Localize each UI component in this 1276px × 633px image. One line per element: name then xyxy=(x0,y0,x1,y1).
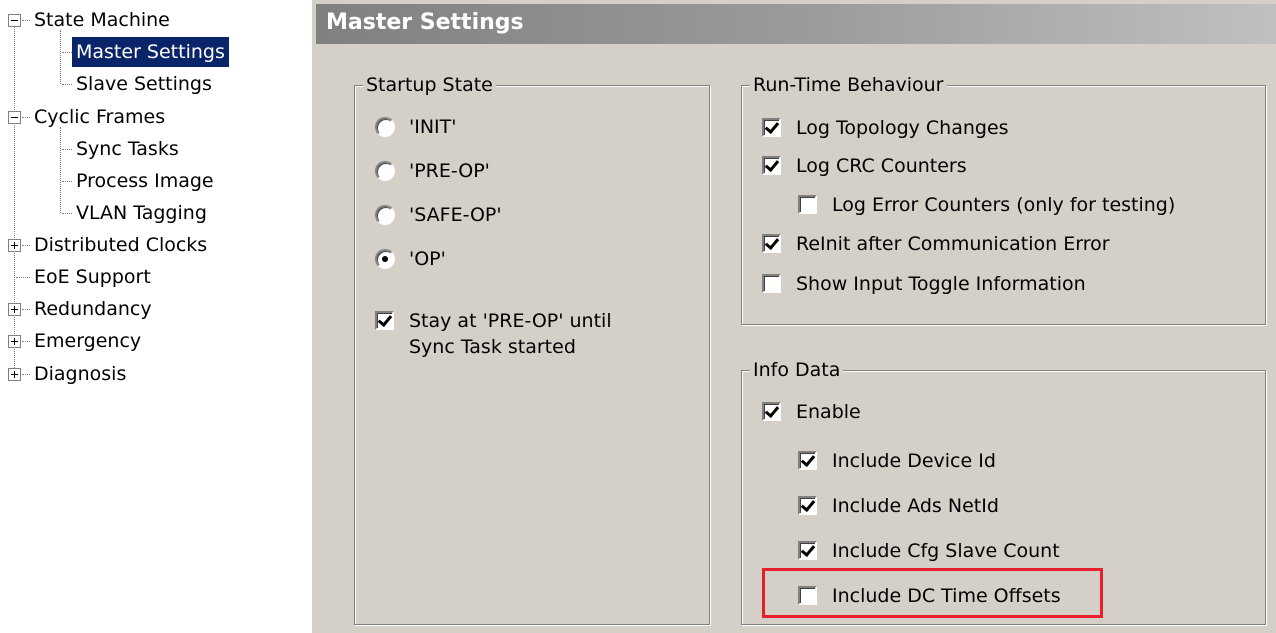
tree-tick xyxy=(62,149,72,150)
checkbox-label: Include Device Id xyxy=(832,450,996,472)
tree-item-process-image[interactable]: Process Image xyxy=(72,166,218,196)
tree-item-label: EoE Support xyxy=(34,266,151,288)
checkbox-label: Log Topology Changes xyxy=(796,117,1009,139)
tree-item-label: VLAN Tagging xyxy=(76,202,207,224)
expand-icon[interactable] xyxy=(8,335,21,348)
tree-item-label: Diagnosis xyxy=(34,363,127,385)
group-title: Run-Time Behaviour xyxy=(750,74,947,96)
checkbox-label: Include DC Time Offsets xyxy=(832,585,1061,607)
radio-button[interactable] xyxy=(375,161,395,181)
tree-item-cyclic-frames[interactable]: Cyclic Frames xyxy=(30,102,169,132)
radio-label: 'INIT' xyxy=(409,116,457,138)
tree-tick xyxy=(22,341,30,342)
master-settings-panel: Master Settings Startup State 'INIT' 'PR… xyxy=(312,0,1276,633)
tree-item-master-settings[interactable]: Master Settings xyxy=(72,37,229,67)
tree-branch-connector xyxy=(60,127,61,213)
tree-tick xyxy=(16,277,30,278)
checkbox[interactable] xyxy=(762,274,781,293)
checkbox-label: Include Ads NetId xyxy=(832,495,999,517)
checkbox-label: Enable xyxy=(796,401,861,423)
checkbox[interactable] xyxy=(798,195,817,214)
checkbox[interactable] xyxy=(798,541,817,560)
tree-item-label: State Machine xyxy=(34,9,170,31)
tree-tick xyxy=(22,20,30,21)
tree-item-eoe-support[interactable]: EoE Support xyxy=(30,262,155,292)
tree-item-slave-settings[interactable]: Slave Settings xyxy=(72,69,216,99)
radio-label: 'PRE-OP' xyxy=(409,160,490,182)
tree-item-vlan-tagging[interactable]: VLAN Tagging xyxy=(72,198,211,228)
tree-item-state-machine[interactable]: State Machine xyxy=(30,5,174,35)
checkbox-label: Include Cfg Slave Count xyxy=(832,540,1060,562)
tree-tick xyxy=(62,181,72,182)
tree-tick xyxy=(22,117,30,118)
checkbox[interactable] xyxy=(375,311,394,330)
tree-item-sync-tasks[interactable]: Sync Tasks xyxy=(72,134,183,164)
collapse-icon[interactable] xyxy=(8,14,21,27)
tree-root-connector xyxy=(14,26,15,376)
tree-item-label: Sync Tasks xyxy=(76,138,179,160)
tree-item-label: Redundancy xyxy=(34,298,152,320)
group-title: Startup State xyxy=(363,74,496,96)
tree-tick xyxy=(62,84,72,85)
radio-button[interactable] xyxy=(375,205,395,225)
tree-branch-connector xyxy=(60,30,61,84)
checkbox[interactable] xyxy=(798,451,817,470)
checkbox[interactable] xyxy=(762,402,781,421)
tree-item-distributed-clocks[interactable]: Distributed Clocks xyxy=(30,230,211,260)
checkbox-label: Log Error Counters (only for testing) xyxy=(832,194,1176,216)
tree-item-emergency[interactable]: Emergency xyxy=(30,326,145,356)
run-time-behaviour-group: Run-Time Behaviour Log Topology Changes … xyxy=(741,74,1266,325)
tree-item-label: Distributed Clocks xyxy=(34,234,208,256)
radio-label: 'OP' xyxy=(409,248,446,270)
group-title: Info Data xyxy=(750,359,844,381)
tree-item-label: Process Image xyxy=(76,170,214,192)
checkbox-label-line1: Stay at 'PRE-OP' until xyxy=(409,310,612,332)
settings-tree: State Machine Master Settings Slave Sett… xyxy=(0,0,312,633)
checkbox-label: Show Input Toggle Information xyxy=(796,273,1086,295)
checkbox[interactable] xyxy=(798,586,817,605)
tree-item-label: Master Settings xyxy=(72,37,229,67)
checkbox[interactable] xyxy=(762,118,781,137)
page-header: Master Settings xyxy=(316,4,1276,44)
collapse-icon[interactable] xyxy=(8,111,21,124)
info-data-group: Info Data Enable Include Device Id Inclu… xyxy=(741,359,1266,625)
expand-icon[interactable] xyxy=(8,239,21,252)
page-title: Master Settings xyxy=(326,10,524,35)
tree-tick xyxy=(62,213,72,214)
radio-button[interactable] xyxy=(375,117,395,137)
tree-item-label: Emergency xyxy=(34,330,142,352)
expand-icon[interactable] xyxy=(8,368,21,381)
checkbox[interactable] xyxy=(762,156,781,175)
tree-tick xyxy=(22,245,30,246)
tree-item-label: Slave Settings xyxy=(76,73,212,95)
radio-label: 'SAFE-OP' xyxy=(409,204,502,226)
tree-tick xyxy=(22,374,30,375)
tree-item-redundancy[interactable]: Redundancy xyxy=(30,294,156,324)
checkbox-label-line2: Sync Task started xyxy=(409,336,576,358)
checkbox[interactable] xyxy=(798,496,817,515)
tree-item-label: Cyclic Frames xyxy=(34,106,166,128)
tree-tick xyxy=(22,309,30,310)
radio-button[interactable] xyxy=(375,249,395,269)
expand-icon[interactable] xyxy=(8,303,21,316)
tree-tick xyxy=(62,52,72,53)
checkbox-label: ReInit after Communication Error xyxy=(796,233,1110,255)
startup-state-group: Startup State 'INIT' 'PRE-OP' 'SAFE-OP' … xyxy=(354,74,710,625)
checkbox-label: Log CRC Counters xyxy=(796,155,967,177)
tree-item-diagnosis[interactable]: Diagnosis xyxy=(30,359,130,389)
checkbox[interactable] xyxy=(762,234,781,253)
